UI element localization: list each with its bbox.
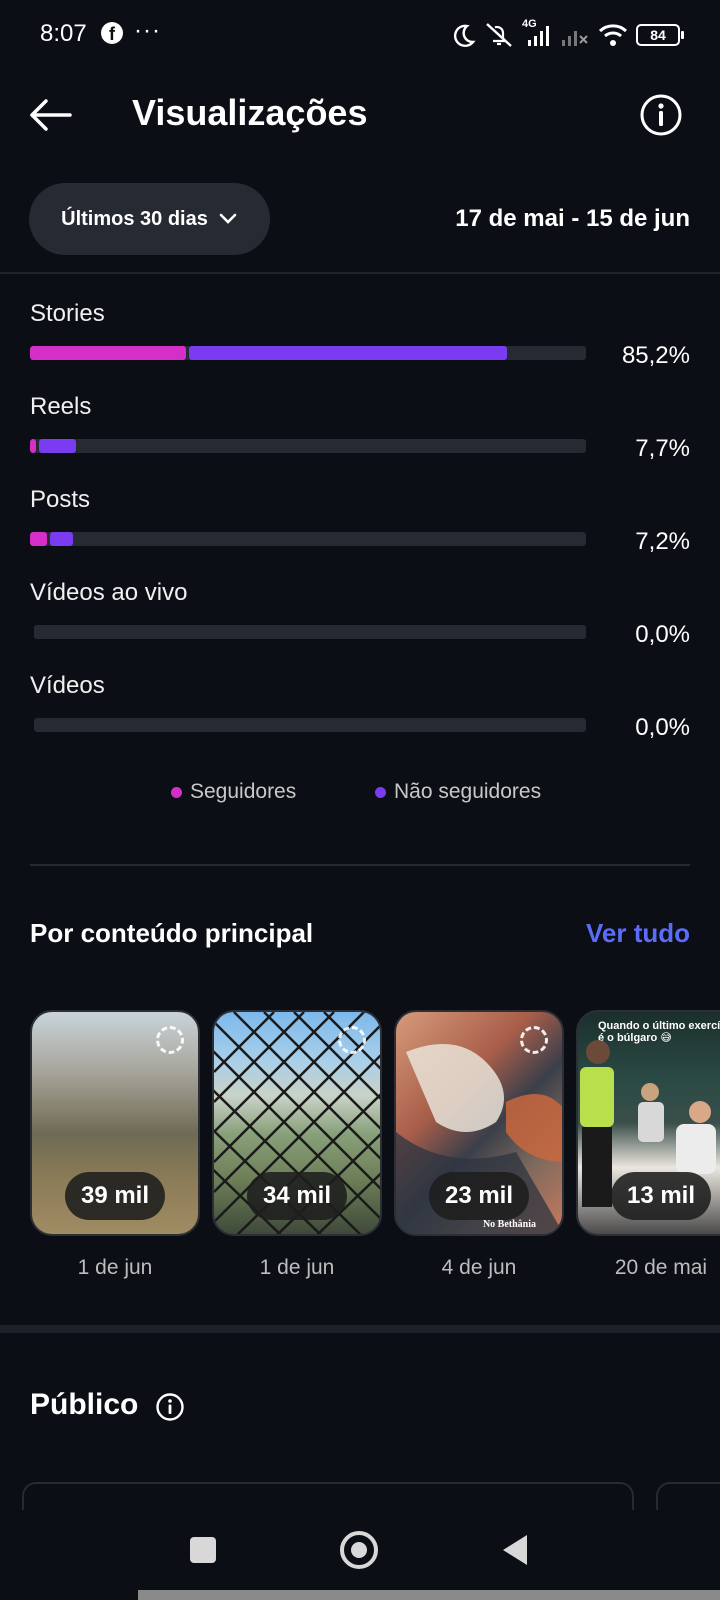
moon-icon <box>453 24 476 47</box>
legend-non-followers: Não seguidores <box>375 780 541 804</box>
view-count: 13 mil <box>610 1172 712 1220</box>
arrow-left-icon <box>30 99 72 131</box>
status-icons: 4G 84 <box>450 18 684 52</box>
followers-bar <box>30 439 36 453</box>
content-type-label: Vídeos <box>30 672 105 699</box>
battery-icon: 84 <box>636 24 684 46</box>
content-thumbnail[interactable]: Quando o último exercício é o búlgaro 😅 … <box>576 1010 720 1236</box>
content-type-row: Reels 7,7% <box>30 393 690 473</box>
content-type-label: Reels <box>30 393 92 420</box>
content-type-label: Vídeos ao vivo <box>30 579 188 606</box>
gesture-handle <box>138 1590 720 1600</box>
page-title: Visualizações <box>132 92 368 133</box>
non-followers-bar <box>39 439 76 453</box>
section-separator <box>0 1325 720 1333</box>
content-date: 20 de mai <box>614 1256 708 1279</box>
content-date: 1 de jun <box>77 1256 153 1279</box>
legend-followers: Seguidores <box>171 780 296 804</box>
progress-track <box>34 625 586 639</box>
system-back-button[interactable] <box>503 1535 527 1565</box>
audience-info-button[interactable] <box>155 1392 185 1422</box>
content-thumbnail[interactable]: 23 mil No Bethânia <box>394 1010 564 1236</box>
divider <box>0 272 720 274</box>
see-all-link[interactable]: Ver tudo <box>586 918 690 949</box>
status-bar: 8:07 f ··· 4G 84 <box>0 0 720 70</box>
date-filter-dropdown[interactable]: Últimos 30 dias <box>29 183 270 255</box>
info-button[interactable] <box>638 92 684 138</box>
content-thumbnail[interactable]: 39 mil <box>30 1010 200 1236</box>
content-date: 1 de jun <box>259 1256 335 1279</box>
date-range: 17 de mai - 15 de jun <box>455 205 690 232</box>
divider <box>30 864 690 866</box>
legend-non-followers-label: Não seguidores <box>394 780 542 803</box>
signal-icon: 4G <box>522 18 552 48</box>
content-date: 4 de jun <box>441 1256 517 1279</box>
story-icon <box>156 1026 184 1054</box>
home-button[interactable] <box>340 1531 378 1569</box>
back-button[interactable] <box>26 90 76 140</box>
non-followers-dot <box>375 786 386 798</box>
legend: Seguidores Não seguidores <box>0 780 720 810</box>
content-type-percentage: 0,0% <box>635 621 690 648</box>
content-thumbnail[interactable]: 34 mil <box>212 1010 382 1236</box>
followers-bar <box>30 532 47 546</box>
content-type-label: Posts <box>30 486 91 513</box>
view-count: 34 mil <box>246 1172 348 1220</box>
view-count: 39 mil <box>64 1172 166 1220</box>
network-type: 4G <box>522 18 537 30</box>
followers-bar <box>30 346 186 360</box>
content-type-row: Vídeos ao vivo 0,0% <box>30 579 690 659</box>
header: Visualizações <box>0 70 720 160</box>
followers-dot <box>171 786 182 798</box>
more-notifications-icon: ··· <box>134 17 161 44</box>
non-followers-bar <box>50 532 73 546</box>
view-count: 23 mil <box>428 1172 530 1220</box>
date-filter-label: Últimos 30 dias <box>61 207 208 230</box>
top-content-carousel[interactable]: 39 mil 1 de jun 34 mil 1 de jun 23 mil N… <box>30 1010 720 1290</box>
content-type-label: Stories <box>30 300 105 327</box>
story-icon <box>520 1026 548 1054</box>
thumbnail-watermark: No Bethânia <box>482 1219 536 1230</box>
content-type-row: Vídeos 0,0% <box>30 672 690 752</box>
status-time: 8:07 <box>40 20 87 47</box>
audience-title: Público <box>30 1388 139 1421</box>
chevron-down-icon <box>219 213 237 224</box>
content-type-row: Posts 7,2% <box>30 486 690 566</box>
info-icon <box>640 94 682 136</box>
non-followers-bar <box>189 346 507 360</box>
top-content-title: Por conteúdo principal <box>30 918 314 948</box>
content-type-percentage: 7,2% <box>635 528 690 555</box>
content-type-percentage: 85,2% <box>621 342 690 369</box>
legend-followers-label: Seguidores <box>190 780 297 803</box>
info-icon <box>156 1393 184 1421</box>
facebook-icon: f <box>101 22 123 44</box>
story-icon <box>338 1026 366 1054</box>
progress-track <box>34 718 586 732</box>
recents-button[interactable] <box>190 1537 216 1563</box>
mute-icon <box>486 23 512 47</box>
progress-track <box>30 532 586 546</box>
progress-track <box>30 346 586 360</box>
system-nav-bar <box>0 1510 720 1600</box>
content-type-percentage: 7,7% <box>635 435 690 462</box>
signal-off-icon <box>562 31 588 46</box>
content-type-percentage: 0,0% <box>635 714 690 741</box>
progress-track <box>30 439 586 453</box>
content-type-row: Stories 85,2% <box>30 300 690 380</box>
wifi-icon <box>598 24 628 46</box>
